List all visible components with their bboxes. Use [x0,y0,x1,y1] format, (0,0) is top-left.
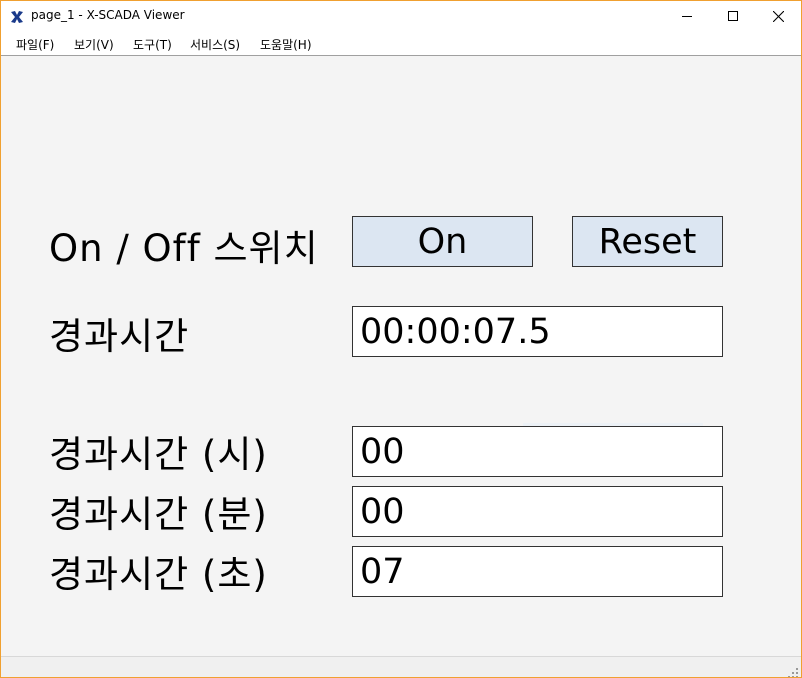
resize-grip-icon[interactable] [787,664,799,677]
x-scada-logo-icon [10,9,24,23]
window-title: page_1 - X-SCADA Viewer [31,8,185,22]
elapsed-hours-display: 00 [352,426,723,477]
menu-service[interactable]: 서비스(S) [190,36,240,53]
maximize-icon [728,11,738,21]
app-window: page_1 - X-SCADA Viewer 파일(F) 보기(V) 도구(T… [0,0,802,678]
title-bar[interactable]: page_1 - X-SCADA Viewer [1,1,801,31]
main-canvas: On / Off 스위치 On Reset 경과시간 00:00:07.5 경과… [1,56,801,656]
elapsed-seconds-display: 07 [352,546,723,597]
reset-button[interactable]: Reset [572,216,723,267]
switch-label: On / Off 스위치 [49,227,319,270]
close-button[interactable] [755,1,801,31]
elapsed-minutes-label: 경과시간 (분) [49,493,268,536]
elapsed-time-label: 경과시간 [49,315,190,358]
menu-file[interactable]: 파일(F) [16,36,54,53]
menu-help[interactable]: 도움말(H) [260,36,312,53]
status-bar [1,656,801,677]
menu-view[interactable]: 보기(V) [74,36,114,53]
elapsed-hours-label: 경과시간 (시) [49,433,268,476]
menu-tools[interactable]: 도구(T) [133,36,172,53]
elapsed-seconds-label: 경과시간 (초) [49,553,268,596]
minimize-icon [682,11,692,21]
elapsed-time-display: 00:00:07.5 [352,306,723,357]
maximize-button[interactable] [710,1,756,31]
minimize-button[interactable] [664,1,710,31]
close-icon [772,10,784,22]
menu-bar: 파일(F) 보기(V) 도구(T) 서비스(S) 도움말(H) [1,31,801,56]
on-button[interactable]: On [352,216,533,267]
elapsed-minutes-display: 00 [352,486,723,537]
